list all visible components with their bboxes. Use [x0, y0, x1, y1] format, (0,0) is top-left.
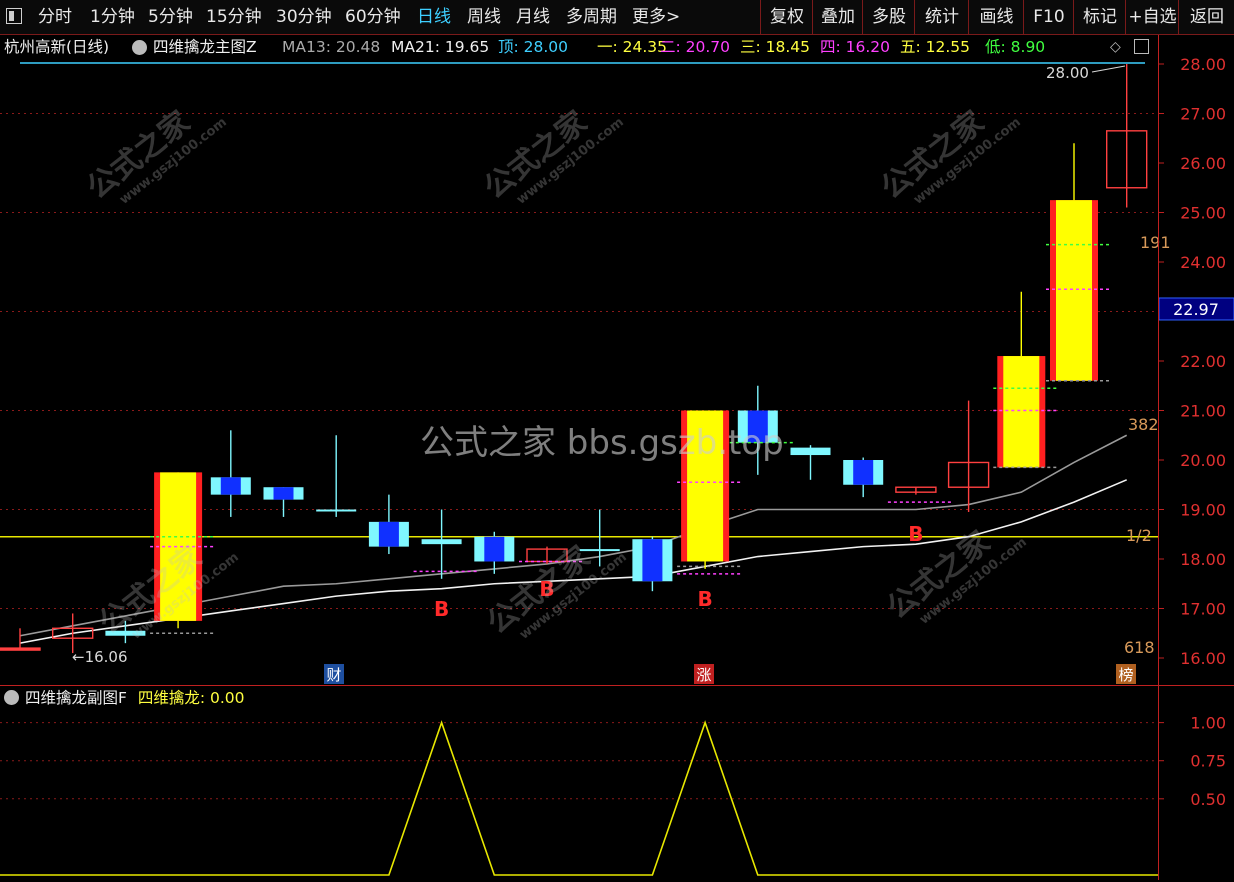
y-tick-label-0: 16.00	[1180, 649, 1226, 668]
y-tick-label-5: 21.00	[1180, 402, 1226, 421]
event-marker-2: 榜	[1118, 666, 1133, 684]
candle-body-19	[1003, 356, 1040, 468]
fib-label-3: 618	[1124, 638, 1155, 657]
candle-16	[843, 457, 884, 498]
sub-y-tick-label-0: 0.50	[1190, 790, 1226, 809]
current-price-label: 22.97	[1173, 300, 1219, 319]
fib-label-2: 1/2	[1126, 526, 1152, 545]
fib-label-1: 382	[1128, 415, 1159, 434]
buy-signal-3: B	[908, 522, 923, 546]
event-marker-0: 财	[326, 666, 341, 684]
candle-12	[632, 536, 673, 592]
y-tick-label-9: 25.00	[1180, 204, 1226, 223]
y-tick-label-4: 20.00	[1180, 451, 1226, 470]
buy-signal-2: B	[697, 587, 712, 611]
event-marker-1: 涨	[696, 666, 711, 684]
buy-signal-0: B	[434, 597, 449, 621]
candle-21	[1105, 64, 1148, 208]
candle-body-20	[1056, 200, 1092, 381]
candle-core-5	[273, 487, 294, 500]
candle-17	[895, 486, 937, 495]
candle-core-9	[484, 536, 505, 562]
candle-core-16	[853, 460, 874, 485]
center-watermark: 公式之家 bbs.gszb.top	[420, 423, 784, 463]
candle-19	[997, 291, 1046, 468]
y-tick-label-10: 26.00	[1180, 154, 1226, 173]
y-tick-label-1: 17.00	[1180, 600, 1226, 619]
y-tick-label-12: 28.00	[1180, 55, 1226, 74]
candle-0	[0, 628, 41, 651]
candle-5	[263, 487, 304, 517]
high-arrow	[1091, 65, 1126, 73]
candle-7	[368, 494, 409, 555]
candle-core-12	[642, 539, 663, 582]
y-tick-label-11: 27.00	[1180, 105, 1226, 124]
candle-body-6	[316, 509, 357, 512]
y-tick-label-6: 22.00	[1180, 352, 1226, 371]
candle-8	[421, 509, 462, 579]
sub-y-tick-label-1: 0.75	[1190, 752, 1226, 771]
candle-core-4	[220, 477, 241, 495]
candle-body-0	[0, 647, 41, 651]
high-label: 28.00	[1046, 64, 1089, 82]
candle-6	[316, 435, 357, 517]
sub-y-tick-label-2: 1.00	[1190, 714, 1226, 733]
candle-20	[1050, 143, 1098, 381]
y-tick-label-2: 18.00	[1180, 550, 1226, 569]
panel-separator	[0, 685, 1234, 686]
candle-core-7	[378, 521, 399, 547]
candle-body-8	[421, 539, 462, 545]
axis-separator	[1158, 35, 1159, 880]
y-tick-label-3: 19.00	[1180, 501, 1226, 520]
low-label: ←16.06	[72, 648, 128, 666]
candle-18	[947, 400, 990, 512]
candle-4	[210, 430, 251, 517]
fib-label-0: 191	[1140, 233, 1171, 252]
candle-body-15	[790, 447, 831, 456]
y-tick-label-8: 24.00	[1180, 253, 1226, 272]
candle-15	[790, 445, 831, 480]
